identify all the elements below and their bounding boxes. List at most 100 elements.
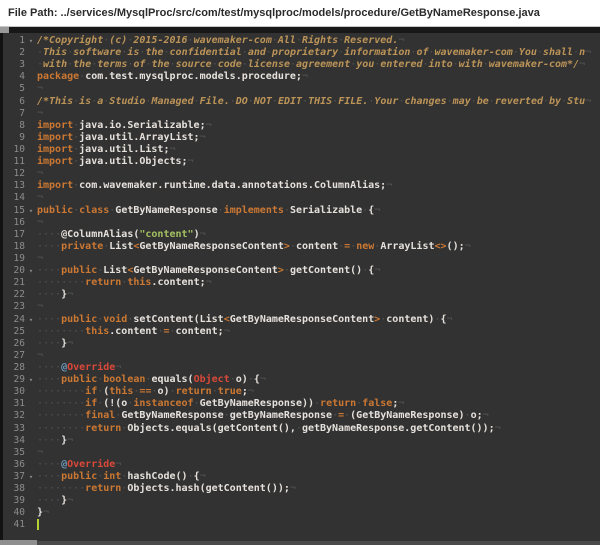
code-line[interactable]: 19¬ (3, 253, 600, 265)
code-line[interactable]: 20▾····public·List<GetByNameResponseCont… (3, 265, 600, 277)
line-number: 17 (3, 229, 25, 241)
code-line[interactable]: 1▾/*Copyright·(c)·2015-2016·wavemaker-co… (3, 35, 600, 47)
gutter-cell: 26 (3, 338, 37, 350)
fold-arrow-icon (25, 423, 37, 435)
line-number: 11 (3, 156, 25, 168)
code-line[interactable]: 33········return·Objects.equals(getConte… (3, 423, 600, 435)
code-line-text: ····private·List<GetByNameResponseConten… (37, 241, 600, 253)
fold-arrow-icon[interactable]: ▾ (25, 35, 37, 47)
code-line[interactable]: 40}¬ (3, 507, 600, 519)
fold-arrow-icon (25, 338, 37, 350)
line-number: 5 (3, 83, 25, 95)
fold-arrow-icon[interactable]: ▾ (25, 205, 37, 217)
fold-arrow-icon (25, 507, 37, 519)
fold-arrow-icon (25, 459, 37, 471)
line-number: 36 (3, 459, 25, 471)
code-line[interactable]: 32 ········final·GetByNameResponse·getByN… (3, 410, 600, 422)
code-line[interactable]: 28····@Override¬ (3, 362, 600, 374)
fold-arrow-icon[interactable]: ▾ (25, 265, 37, 277)
fold-arrow-icon (25, 289, 37, 301)
code-line[interactable]: 26····}¬ (3, 338, 600, 350)
code-line[interactable]: 29▾····public·boolean·equals(Object·o)·{… (3, 374, 600, 386)
code-line-text: import·java.util.ArrayList;¬ (37, 132, 600, 144)
code-editor[interactable]: 1▾/*Copyright·(c)·2015-2016·wavemaker-co… (0, 33, 600, 545)
line-number: 32 (3, 410, 25, 422)
code-line[interactable]: 10import·java.util.List;¬ (3, 144, 600, 156)
gutter-cell: 30 (3, 386, 37, 398)
gutter-cell: 20▾ (3, 265, 37, 277)
code-line[interactable]: 36····@Override¬ (3, 459, 600, 471)
code-line-text: ¬ (37, 301, 600, 313)
gutter-cell: 35 (3, 447, 37, 459)
code-line[interactable]: 31 ········if·(!(o·instanceof·GetByNameRe… (3, 398, 600, 410)
code-line[interactable]: 3·with·the·terms·of·the·source·code·lice… (3, 59, 600, 71)
code-line[interactable]: 13import·com.wavemaker.runtime.data.anno… (3, 180, 600, 192)
fold-arrow-icon (25, 96, 37, 108)
gutter-cell: 32 (3, 410, 37, 422)
code-line[interactable]: 27¬ (3, 350, 600, 362)
code-line[interactable]: 7¬ (3, 108, 600, 120)
code-line[interactable]: 11import·java.util.Objects;¬ (3, 156, 600, 168)
code-line[interactable]: 2·This·software·is·the·confidential·and·… (3, 47, 600, 59)
code-line[interactable]: 14¬ (3, 192, 600, 204)
code-line-text: /*Copyright·(c)·2015-2016·wavemaker-com·… (37, 35, 600, 47)
code-line-text: ········return·Objects.hash(getContent()… (37, 483, 600, 495)
code-line-text: ¬ (37, 108, 600, 120)
gutter-cell: 11 (3, 156, 37, 168)
line-number: 19 (3, 253, 25, 265)
code-line[interactable]: 39····}¬ (3, 495, 600, 507)
code-line-text: ········final·GetByNameResponse·getByNam… (37, 410, 600, 422)
code-line[interactable]: 16¬ (3, 217, 600, 229)
line-number: 31 (3, 398, 25, 410)
code-line[interactable]: 30········if·(this·==·o)·return·true;¬ (3, 386, 600, 398)
horizontal-scrollbar[interactable] (37, 541, 600, 545)
gutter-cell: 33 (3, 423, 37, 435)
code-line-text: ¬ (37, 350, 600, 362)
code-line[interactable]: 9 import·java.util.ArrayList;¬ (3, 132, 600, 144)
gutter-cell: 34 (3, 435, 37, 447)
fold-arrow-icon[interactable]: ▾ (25, 471, 37, 483)
fold-arrow-icon (25, 519, 37, 531)
code-line[interactable]: 25········this.content·=·content;¬ (3, 326, 600, 338)
gutter-cell: 8 (3, 120, 37, 132)
code-line[interactable]: 17····@ColumnAlias("content")¬ (3, 229, 600, 241)
line-number: 23 (3, 301, 25, 313)
code-line[interactable]: 21········return·this.content;¬ (3, 277, 600, 289)
code-line[interactable]: 15▾public·class·GetByNameResponse·implem… (3, 205, 600, 217)
code-line-text: ····public·void·setContent(List<GetByNam… (37, 314, 600, 326)
code-line-text: ····public·List<GetByNameResponseContent… (37, 265, 600, 277)
code-line[interactable]: 8import·java.io.Serializable;¬ (3, 120, 600, 132)
gutter-cell: 18 (3, 241, 37, 253)
code-line-text: ········if·(!(o·instanceof·GetByNameResp… (37, 398, 600, 410)
line-number: 3 (3, 59, 25, 71)
code-line-text: }¬ (37, 507, 600, 519)
code-line[interactable]: 23 ¬ (3, 301, 600, 313)
line-number: 16 (3, 217, 25, 229)
code-line[interactable]: 38········return·Objects.hash(getContent… (3, 483, 600, 495)
code-line[interactable]: 41 (3, 519, 600, 531)
code-line[interactable]: 24▾····public·void·setContent(List<GetBy… (3, 314, 600, 326)
code-line[interactable]: 35¬ (3, 447, 600, 459)
fold-arrow-icon (25, 120, 37, 132)
gutter-cell: 36 (3, 459, 37, 471)
line-number: 25 (3, 326, 25, 338)
code-line[interactable]: 4package·com.test.mysqlproc.models.proce… (3, 71, 600, 83)
fold-arrow-icon (25, 132, 37, 144)
gutter-cell: 15▾ (3, 205, 37, 217)
code-line[interactable]: 34····}¬ (3, 435, 600, 447)
code-line[interactable]: 5¬ (3, 83, 600, 95)
line-number: 9 (3, 132, 25, 144)
code-line-text: import·com.wavemaker.runtime.data.annota… (37, 180, 600, 192)
code-line[interactable]: 18····private·List<GetByNameResponseCont… (3, 241, 600, 253)
fold-arrow-icon[interactable]: ▾ (25, 374, 37, 386)
fold-arrow-icon[interactable]: ▾ (25, 314, 37, 326)
code-line-text: ¬ (37, 168, 600, 180)
fold-arrow-icon (25, 386, 37, 398)
code-line[interactable]: 22····}¬ (3, 289, 600, 301)
code-line[interactable]: 12¬ (3, 168, 600, 180)
line-number: 22 (3, 289, 25, 301)
gutter-cell: 22 (3, 289, 37, 301)
code-line[interactable]: 37▾····public·int·hashCode()·{¬ (3, 471, 600, 483)
code-line[interactable]: 6/*This·is·a·Studio·Managed·File.·DO·NOT… (3, 96, 600, 108)
code-line-text: import·java.io.Serializable;¬ (37, 120, 600, 132)
